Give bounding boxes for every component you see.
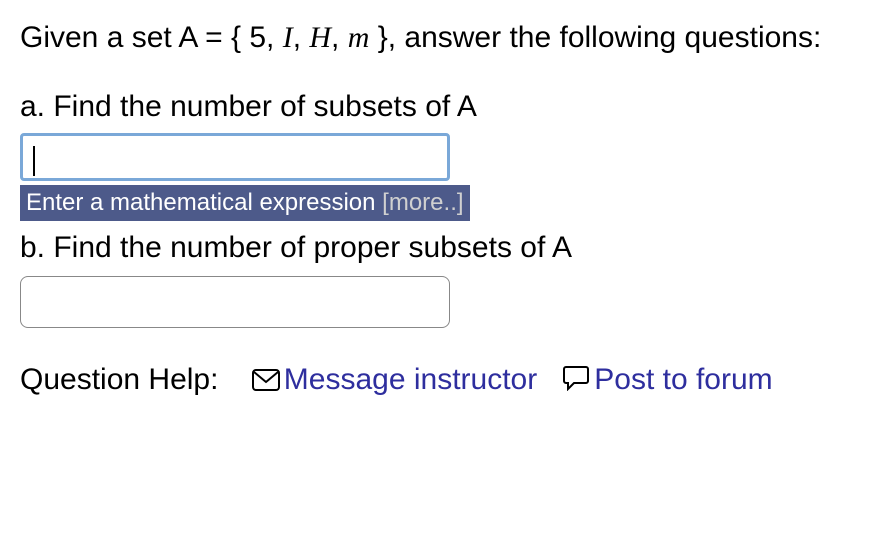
sep2: , [331,21,348,54]
part-b-input[interactable] [20,276,450,328]
prompt-suffix: }, answer the following questions: [369,21,821,54]
set-element-I: I [283,21,293,54]
question-help-label: Question Help: [20,363,218,396]
part-b-label: b. Find the number of proper subsets of … [20,228,870,269]
question-help-row: Question Help: Message instructor Post t… [20,360,870,401]
question-prompt: Given a set A = { 5, I, H, m }, answer t… [20,18,870,59]
part-a: a. Find the number of subsets of A Enter… [20,87,870,222]
sep1: , [293,21,310,54]
hint-text: Enter a mathematical expression [26,189,382,216]
set-element-H: H [309,21,331,54]
set-element-m: m [348,21,370,54]
input-hint-bar: Enter a mathematical expression [more..] [20,185,470,221]
speech-bubble-icon [562,365,590,391]
part-a-label: a. Find the number of subsets of A [20,87,870,128]
part-b: b. Find the number of proper subsets of … [20,228,870,329]
hint-more-link[interactable]: [more..] [382,189,463,216]
part-a-input[interactable] [20,133,450,181]
text-cursor [33,146,35,176]
message-instructor-link[interactable]: Message instructor [284,363,537,396]
envelope-icon [252,369,280,391]
prompt-prefix: Given a set A = { 5, [20,21,283,54]
post-to-forum-link[interactable]: Post to forum [594,363,772,396]
